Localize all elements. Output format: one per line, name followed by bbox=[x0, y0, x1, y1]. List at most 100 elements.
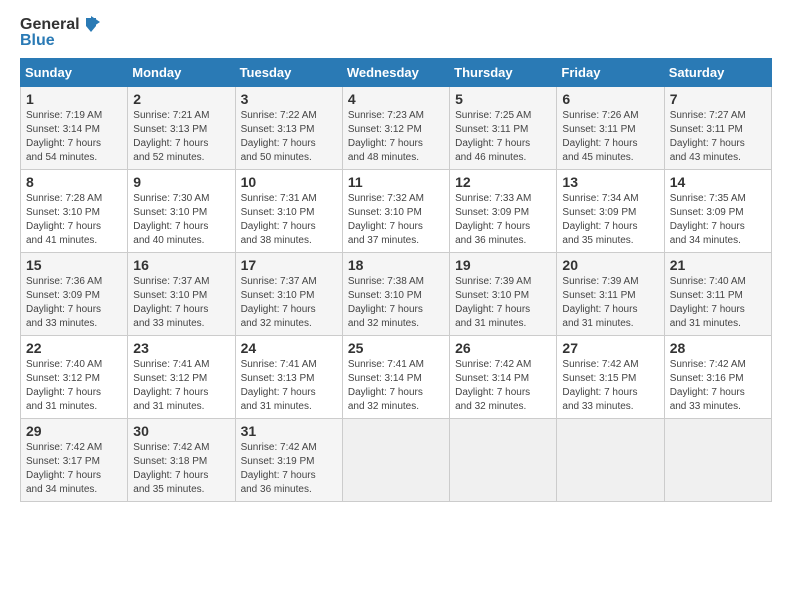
day-number: 27 bbox=[562, 340, 658, 356]
day-cell: 26Sunrise: 7:42 AMSunset: 3:14 PMDayligh… bbox=[450, 335, 557, 418]
day-cell bbox=[557, 418, 664, 501]
header-cell-tuesday: Tuesday bbox=[235, 58, 342, 86]
day-cell: 7Sunrise: 7:27 AMSunset: 3:11 PMDaylight… bbox=[664, 86, 771, 169]
day-detail: Sunrise: 7:27 AMSunset: 3:11 PMDaylight:… bbox=[670, 110, 746, 163]
day-cell: 5Sunrise: 7:25 AMSunset: 3:11 PMDaylight… bbox=[450, 86, 557, 169]
week-row-3: 15 Sunrise: 7:36 AMSunset: 3:09 PMDayligh… bbox=[21, 252, 772, 335]
day-detail: Sunrise: 7:28 AMSunset: 3:10 PMDaylight:… bbox=[26, 193, 102, 246]
day-cell: 28 Sunrise: 7:42 AMSunset: 3:16 PMDayligh… bbox=[664, 335, 771, 418]
header: General Blue bbox=[20, 16, 772, 50]
day-number: 3 bbox=[241, 91, 337, 107]
day-number: 19 bbox=[455, 257, 551, 273]
day-cell: 15 Sunrise: 7:36 AMSunset: 3:09 PMDayligh… bbox=[21, 252, 128, 335]
day-cell: 3 Sunrise: 7:22 AMSunset: 3:13 PMDaylight… bbox=[235, 86, 342, 169]
day-cell: 14 Sunrise: 7:35 AMSunset: 3:09 PMDayligh… bbox=[664, 169, 771, 252]
day-number: 8 bbox=[26, 174, 122, 190]
day-number: 24 bbox=[241, 340, 337, 356]
day-cell: 13 Sunrise: 7:34 AMSunset: 3:09 PMDayligh… bbox=[557, 169, 664, 252]
logo-container: General Blue bbox=[20, 16, 100, 50]
day-detail: Sunrise: 7:42 AMSunset: 3:19 PMDaylight:… bbox=[241, 442, 317, 495]
day-detail: Sunrise: 7:42 AMSunset: 3:16 PMDaylight:… bbox=[670, 359, 746, 412]
day-cell: 21Sunrise: 7:40 AMSunset: 3:11 PMDayligh… bbox=[664, 252, 771, 335]
day-number: 18 bbox=[348, 257, 444, 273]
calendar-table: SundayMondayTuesdayWednesdayThursdayFrid… bbox=[20, 58, 772, 502]
day-number: 16 bbox=[133, 257, 229, 273]
day-cell: 25 Sunrise: 7:41 AMSunset: 3:14 PMDayligh… bbox=[342, 335, 449, 418]
day-detail: Sunrise: 7:26 AMSunset: 3:11 PMDaylight:… bbox=[562, 110, 638, 163]
header-cell-sunday: Sunday bbox=[21, 58, 128, 86]
day-cell: 29Sunrise: 7:42 AMSunset: 3:17 PMDayligh… bbox=[21, 418, 128, 501]
day-cell: 8 Sunrise: 7:28 AMSunset: 3:10 PMDaylight… bbox=[21, 169, 128, 252]
day-detail: Sunrise: 7:30 AMSunset: 3:10 PMDaylight:… bbox=[133, 193, 209, 246]
day-detail: Sunrise: 7:32 AMSunset: 3:10 PMDaylight:… bbox=[348, 193, 424, 246]
day-detail: Sunrise: 7:40 AMSunset: 3:12 PMDaylight:… bbox=[26, 359, 102, 412]
day-number: 15 bbox=[26, 257, 122, 273]
day-cell: 18 Sunrise: 7:38 AMSunset: 3:10 PMDayligh… bbox=[342, 252, 449, 335]
day-number: 6 bbox=[562, 91, 658, 107]
day-cell: 20Sunrise: 7:39 AMSunset: 3:11 PMDayligh… bbox=[557, 252, 664, 335]
day-detail: Sunrise: 7:22 AMSunset: 3:13 PMDaylight:… bbox=[241, 110, 317, 163]
day-cell: 9 Sunrise: 7:30 AMSunset: 3:10 PMDaylight… bbox=[128, 169, 235, 252]
day-number: 28 bbox=[670, 340, 766, 356]
day-cell bbox=[450, 418, 557, 501]
day-cell: 17 Sunrise: 7:37 AMSunset: 3:10 PMDayligh… bbox=[235, 252, 342, 335]
day-number: 1 bbox=[26, 91, 122, 107]
day-cell bbox=[342, 418, 449, 501]
day-detail: Sunrise: 7:37 AMSunset: 3:10 PMDaylight:… bbox=[241, 276, 317, 329]
header-cell-thursday: Thursday bbox=[450, 58, 557, 86]
day-detail: Sunrise: 7:23 AMSunset: 3:12 PMDaylight:… bbox=[348, 110, 424, 163]
day-detail: Sunrise: 7:36 AMSunset: 3:09 PMDaylight:… bbox=[26, 276, 102, 329]
day-cell: 16 Sunrise: 7:37 AMSunset: 3:10 PMDayligh… bbox=[128, 252, 235, 335]
day-number: 14 bbox=[670, 174, 766, 190]
day-cell: 31 Sunrise: 7:42 AMSunset: 3:19 PMDayligh… bbox=[235, 418, 342, 501]
header-cell-wednesday: Wednesday bbox=[342, 58, 449, 86]
day-number: 30 bbox=[133, 423, 229, 439]
day-cell: 1 Sunrise: 7:19 AMSunset: 3:14 PMDaylight… bbox=[21, 86, 128, 169]
day-cell: 4 Sunrise: 7:23 AMSunset: 3:12 PMDaylight… bbox=[342, 86, 449, 169]
day-number: 23 bbox=[133, 340, 229, 356]
day-number: 10 bbox=[241, 174, 337, 190]
day-cell bbox=[664, 418, 771, 501]
day-detail: Sunrise: 7:41 AMSunset: 3:12 PMDaylight:… bbox=[133, 359, 209, 412]
day-detail: Sunrise: 7:42 AMSunset: 3:18 PMDaylight:… bbox=[133, 442, 209, 495]
header-cell-saturday: Saturday bbox=[664, 58, 771, 86]
day-number: 21 bbox=[670, 257, 766, 273]
day-cell: 22 Sunrise: 7:40 AMSunset: 3:12 PMDayligh… bbox=[21, 335, 128, 418]
day-number: 5 bbox=[455, 91, 551, 107]
day-detail: Sunrise: 7:35 AMSunset: 3:09 PMDaylight:… bbox=[670, 193, 746, 246]
day-cell: 27 Sunrise: 7:42 AMSunset: 3:15 PMDayligh… bbox=[557, 335, 664, 418]
day-number: 4 bbox=[348, 91, 444, 107]
day-detail: Sunrise: 7:33 AMSunset: 3:09 PMDaylight:… bbox=[455, 193, 531, 246]
logo-text-blue: Blue bbox=[20, 32, 100, 50]
week-row-1: 1 Sunrise: 7:19 AMSunset: 3:14 PMDaylight… bbox=[21, 86, 772, 169]
day-number: 13 bbox=[562, 174, 658, 190]
day-cell: 10 Sunrise: 7:31 AMSunset: 3:10 PMDayligh… bbox=[235, 169, 342, 252]
day-cell: 19 Sunrise: 7:39 AMSunset: 3:10 PMDayligh… bbox=[450, 252, 557, 335]
day-detail: Sunrise: 7:38 AMSunset: 3:10 PMDaylight:… bbox=[348, 276, 424, 329]
day-cell: 11 Sunrise: 7:32 AMSunset: 3:10 PMDayligh… bbox=[342, 169, 449, 252]
week-row-4: 22 Sunrise: 7:40 AMSunset: 3:12 PMDayligh… bbox=[21, 335, 772, 418]
day-detail: Sunrise: 7:21 AMSunset: 3:13 PMDaylight:… bbox=[133, 110, 209, 163]
day-number: 17 bbox=[241, 257, 337, 273]
day-cell: 24Sunrise: 7:41 AMSunset: 3:13 PMDayligh… bbox=[235, 335, 342, 418]
day-number: 22 bbox=[26, 340, 122, 356]
day-detail: Sunrise: 7:41 AMSunset: 3:14 PMDaylight:… bbox=[348, 359, 424, 412]
day-number: 31 bbox=[241, 423, 337, 439]
day-detail: Sunrise: 7:34 AMSunset: 3:09 PMDaylight:… bbox=[562, 193, 638, 246]
day-detail: Sunrise: 7:31 AMSunset: 3:10 PMDaylight:… bbox=[241, 193, 317, 246]
day-detail: Sunrise: 7:37 AMSunset: 3:10 PMDaylight:… bbox=[133, 276, 209, 329]
day-cell: 12Sunrise: 7:33 AMSunset: 3:09 PMDayligh… bbox=[450, 169, 557, 252]
week-row-2: 8 Sunrise: 7:28 AMSunset: 3:10 PMDaylight… bbox=[21, 169, 772, 252]
day-detail: Sunrise: 7:39 AMSunset: 3:10 PMDaylight:… bbox=[455, 276, 531, 329]
header-row: SundayMondayTuesdayWednesdayThursdayFrid… bbox=[21, 58, 772, 86]
day-number: 20 bbox=[562, 257, 658, 273]
day-number: 29 bbox=[26, 423, 122, 439]
day-number: 11 bbox=[348, 174, 444, 190]
day-detail: Sunrise: 7:19 AMSunset: 3:14 PMDaylight:… bbox=[26, 110, 102, 163]
day-number: 2 bbox=[133, 91, 229, 107]
header-cell-monday: Monday bbox=[128, 58, 235, 86]
day-number: 9 bbox=[133, 174, 229, 190]
day-detail: Sunrise: 7:42 AMSunset: 3:15 PMDaylight:… bbox=[562, 359, 638, 412]
day-number: 25 bbox=[348, 340, 444, 356]
logo: General Blue bbox=[20, 16, 100, 50]
